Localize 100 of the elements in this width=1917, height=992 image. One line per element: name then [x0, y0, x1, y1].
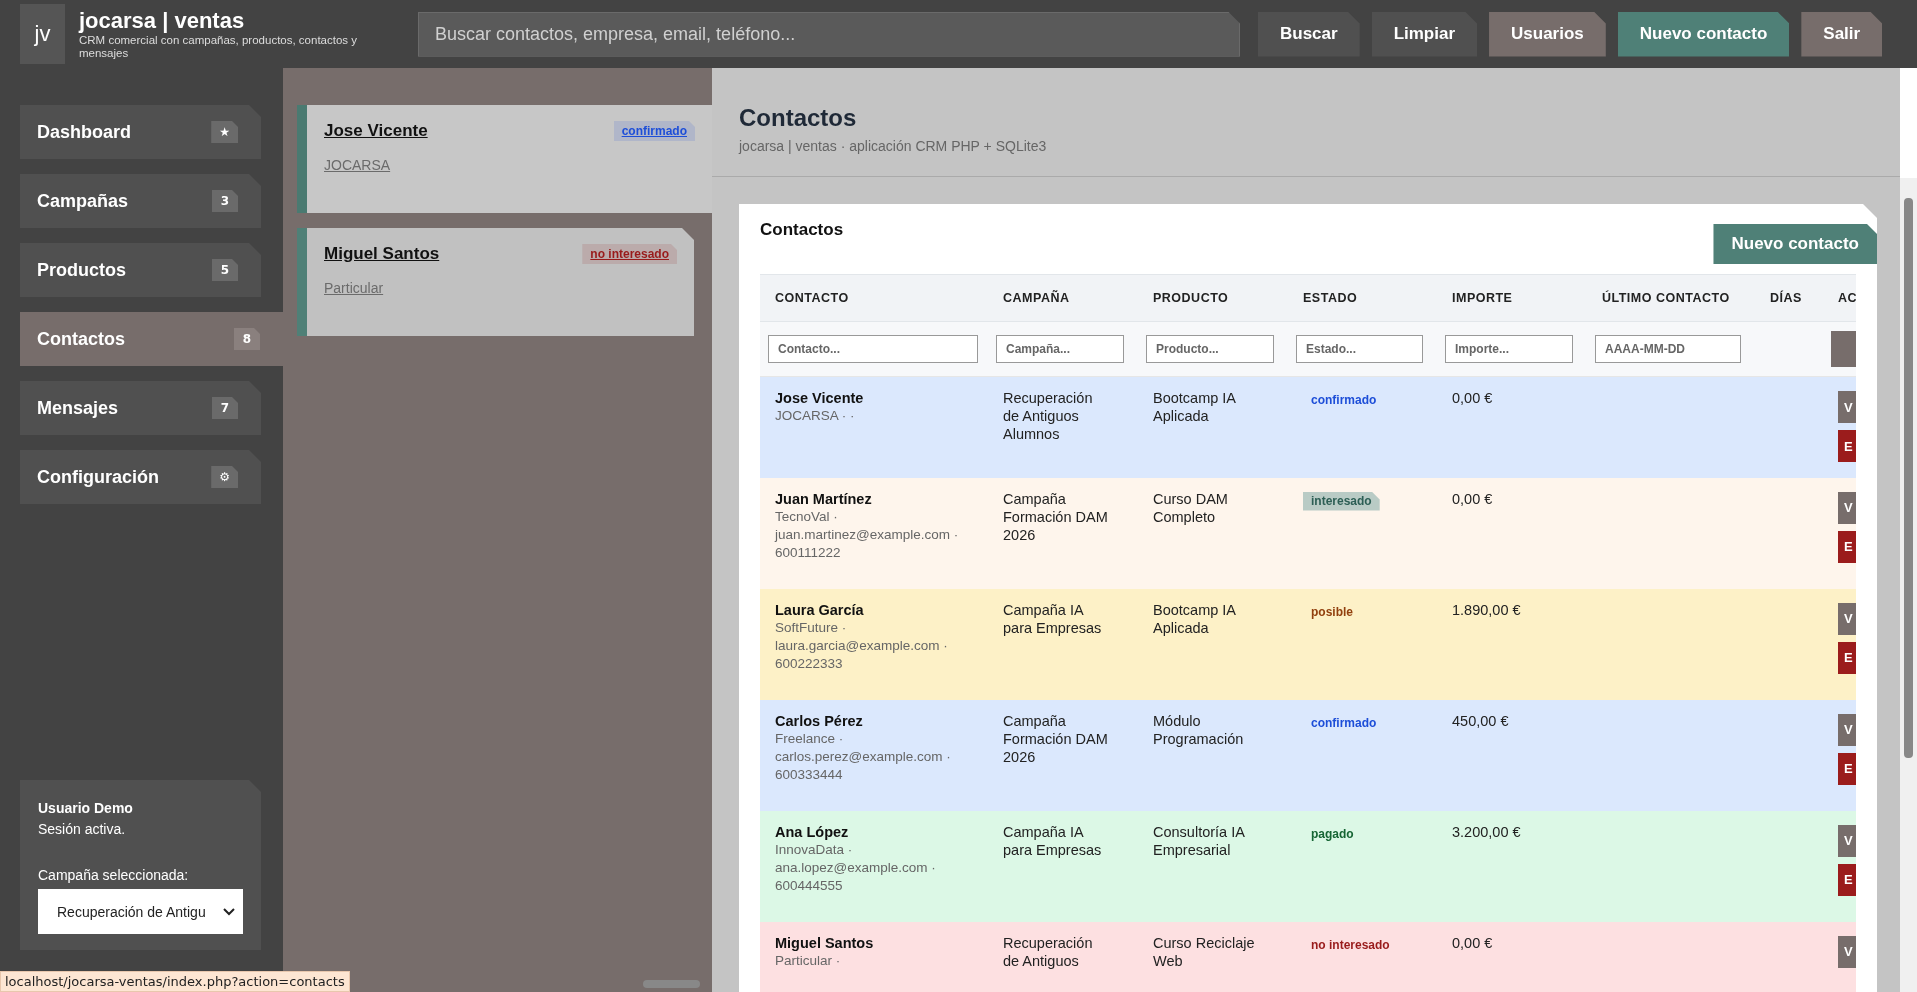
search-field[interactable]: Buscar contactos, empresa, email, teléfono...: [418, 11, 1240, 57]
nav-badge: 5: [212, 259, 238, 281]
nav-label: Dashboard: [37, 121, 132, 143]
filter-field[interactable]: Campaña...: [996, 335, 1124, 363]
table-cell-text: Bootcamp IA Aplicada: [1153, 600, 1237, 637]
table-cell-text: Campaña IA para Empresas: [1003, 822, 1103, 859]
nav-label: Configuración: [37, 466, 159, 488]
column-header: CAMPAÑA: [988, 274, 1138, 322]
select-label: Campaña seleccionada:: [38, 867, 190, 883]
nav-item[interactable]: Productos 5: [20, 243, 261, 297]
table-cell-text: 450,00 €: [1452, 711, 1510, 730]
table-cell-text: 1.890,00 €: [1452, 600, 1522, 619]
table-cell-text: Campaña IA para Empresas: [1003, 600, 1103, 637]
row-action-button[interactable]: E: [1838, 752, 1856, 785]
table-cell-text: 0,00 €: [1452, 933, 1494, 952]
nav-badge: 7: [212, 397, 238, 419]
filter-field[interactable]: Producto...: [1146, 335, 1274, 363]
table-cell-text: 3.200,00 €: [1452, 822, 1522, 841]
table-row[interactable]: Ana López InnovaData · ana.lopez@example.com · 600444555 Campaña IA para Empresas Consultoría IA Empresarial pagado 3.200,00 € V E: [760, 810, 1856, 922]
chevron-icon: [223, 907, 235, 916]
header-button[interactable]: Usuarios: [1489, 11, 1606, 57]
row-action-button[interactable]: V: [1838, 935, 1856, 968]
nav-item[interactable]: Configuración ⚙: [20, 450, 261, 504]
table-row[interactable]: Jose Vicente JOCARSA · · Recuperación de Antiguos Alumnos Bootcamp IA Aplicada confirmado 0,00 € V E: [760, 376, 1856, 478]
contact-card[interactable]: Jose Vicente confirmado JOCARSA: [297, 105, 712, 213]
contact-details: InnovaData · ana.lopez@example.com · 600444555: [775, 840, 937, 896]
table-cell-text: Recuperación de Antiguos: [1003, 933, 1094, 970]
status-tag[interactable]: no interesado: [582, 244, 677, 264]
table-cell-text: Recuperación de Antiguos Alumnos: [1003, 389, 1094, 444]
table-row[interactable]: Carlos Pérez Freelance · carlos.perez@example.com · 600333444 Campaña Formación DAM 2026 Módulo Programación confirmado 450,00 € V E: [760, 699, 1856, 811]
campaign-select[interactable]: Recuperación de Antigu: [38, 889, 243, 934]
contact-name: Carlos Pérez: [775, 711, 864, 730]
status-label: posible: [1310, 603, 1354, 621]
contact-name: Laura García: [775, 600, 865, 619]
row-action-button[interactable]: E: [1838, 641, 1856, 674]
table-cell-text: Campaña Formación DAM 2026: [1003, 711, 1109, 766]
row-action-button[interactable]: E: [1838, 863, 1856, 896]
filter-field[interactable]: Contacto...: [768, 335, 978, 363]
contact-name: Jose Vicente: [775, 389, 865, 408]
contact-name-link[interactable]: Miguel Santos: [324, 244, 440, 264]
header-button[interactable]: Nuevo contacto: [1617, 11, 1790, 57]
contact-details: JOCARSA · ·: [775, 407, 856, 426]
horizontal-scrollbar[interactable]: [643, 980, 700, 988]
table-row[interactable]: Laura García SoftFuture · laura.garcia@example.com · 600222333 Campaña IA para Empresas Bootcamp IA Aplicada posible 1.890,00 € V E: [760, 588, 1856, 700]
nav-badge: ★: [211, 121, 238, 143]
column-header: CONTACTO: [760, 274, 988, 322]
table-cell-text: Curso DAM Completo: [1153, 489, 1229, 526]
nav-item[interactable]: Mensajes 7: [20, 381, 261, 435]
row-action-button[interactable]: V: [1838, 824, 1856, 857]
new-contact-button[interactable]: Nuevo contacto: [1713, 224, 1877, 264]
table-row[interactable]: Juan Martínez TecnoVal · juan.martinez@example.com · 600111222 Campaña Formación DAM 2026 Curso DAM Completo interesado 0,00 € V E: [760, 477, 1856, 589]
contact-name-link[interactable]: Jose Vicente: [324, 121, 428, 141]
app-subtitle: CRM comercial con campañas, productos, contactos y mensajes: [79, 33, 359, 61]
nav-item[interactable]: Dashboard ★: [20, 105, 261, 159]
contact-card[interactable]: Miguel Santos no interesado Particular: [297, 228, 694, 336]
contact-name: Miguel Santos: [775, 933, 875, 952]
column-header: AC: [1823, 274, 1856, 322]
contact-name: Ana López: [775, 822, 850, 841]
header-button[interactable]: Buscar: [1258, 11, 1360, 57]
nav-item[interactable]: Contactos 8: [20, 312, 283, 366]
nav-item[interactable]: Campañas 3: [20, 174, 261, 228]
table-row[interactable]: Miguel Santos Particular · Recuperación de Antiguos Curso Reciclaje Web no interesado 0,00 € V: [760, 921, 1856, 992]
header-button[interactable]: Limpiar: [1371, 11, 1478, 57]
contact-details: SoftFuture · laura.garcia@example.com · 600222333: [775, 618, 949, 674]
nav-label: Campañas: [37, 190, 129, 212]
table-cell-text: Campaña Formación DAM 2026: [1003, 489, 1109, 544]
table-cell-text: Bootcamp IA Aplicada: [1153, 389, 1237, 426]
row-action-button[interactable]: V: [1838, 602, 1856, 635]
status-label: no interesado: [1310, 936, 1391, 954]
row-action-button[interactable]: E: [1838, 530, 1856, 563]
status-url: localhost/jocarsa-ventas/index.php?action=contacts: [0, 971, 350, 992]
page-subtitle: jocarsa | ventas · aplicación CRM PHP + SQLite3: [739, 138, 1048, 154]
header-button[interactable]: Salir: [1801, 11, 1883, 57]
row-action-button[interactable]: V: [1838, 713, 1856, 746]
filter-field[interactable]: AAAA-MM-DD: [1595, 335, 1741, 363]
row-action-button[interactable]: V: [1838, 491, 1856, 524]
column-header: IMPORTE: [1437, 274, 1587, 322]
app-title: jocarsa | ventas: [79, 7, 246, 34]
status-label: confirmado: [1310, 714, 1378, 732]
column-header: ÚLTIMO CONTACTO: [1587, 274, 1755, 322]
column-header: PRODUCTO: [1138, 274, 1288, 322]
contact-details: Freelance · carlos.perez@example.com · 600333444: [775, 729, 952, 785]
logo: jv: [20, 4, 65, 64]
status-label: confirmado: [1310, 392, 1378, 409]
page-title: Contactos: [739, 104, 858, 132]
contact-name: Juan Martínez: [775, 489, 873, 508]
filter-field[interactable]: Importe...: [1445, 335, 1573, 363]
vertical-scrollbar[interactable]: [1900, 178, 1917, 992]
nav-badge: 8: [234, 328, 260, 350]
filter-field[interactable]: Estado...: [1296, 335, 1423, 363]
nav-label: Contactos: [37, 328, 125, 350]
contact-details: TecnoVal · juan.martinez@example.com · 600111222: [775, 507, 960, 563]
nav-badge: 3: [212, 190, 238, 212]
table-cell-text: 0,00 €: [1452, 489, 1494, 508]
row-action-button[interactable]: V: [1838, 391, 1856, 423]
card-title: Contactos: [760, 220, 844, 240]
status-label: pagado: [1310, 825, 1355, 843]
table-cell-text: 0,00 €: [1452, 389, 1494, 408]
row-action-button[interactable]: E: [1838, 430, 1856, 462]
table-cell-text: Consultoría IA Empresarial: [1153, 822, 1246, 859]
